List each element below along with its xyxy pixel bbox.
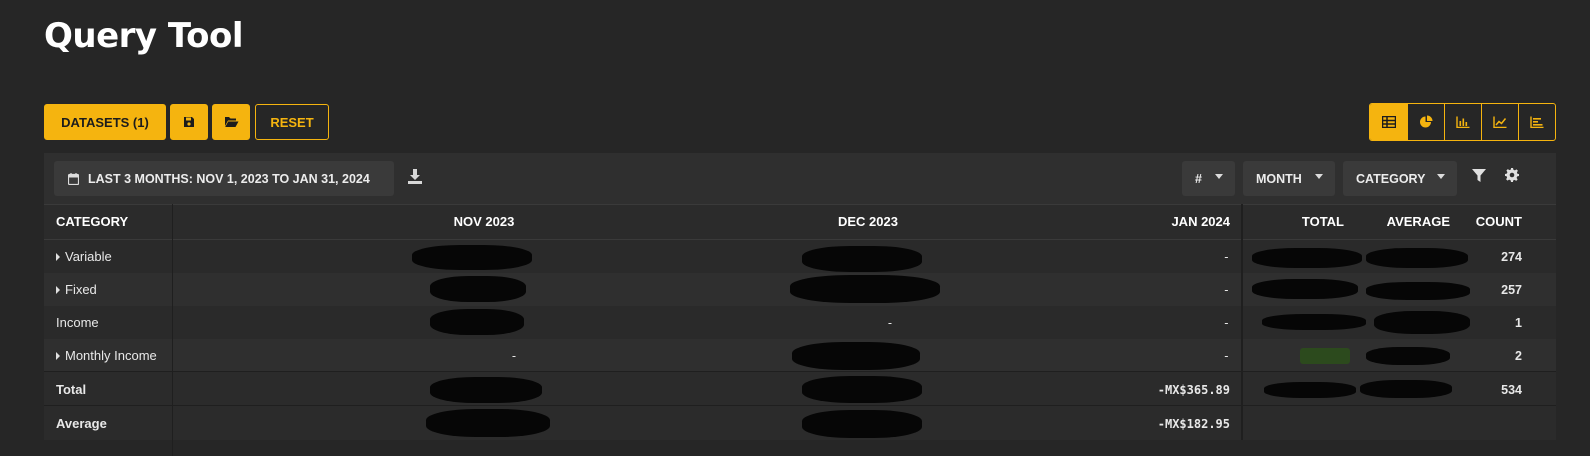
value-type-dropdown[interactable]: # — [1182, 161, 1235, 196]
chevron-down-icon — [1437, 174, 1445, 179]
chevron-down-icon — [1315, 174, 1323, 179]
query-toolbar: DATASETS (1) RESET — [44, 104, 329, 140]
redacted-value — [790, 275, 940, 303]
cell-jan-2024: - — [1222, 282, 1230, 297]
pie-chart-icon — [1420, 115, 1433, 128]
download-button[interactable] — [408, 169, 422, 189]
cell-dec-2023: - — [886, 315, 894, 330]
redacted-value — [430, 377, 542, 403]
redacted-value — [1262, 314, 1366, 330]
filter-icon — [1472, 169, 1486, 182]
table-row: Income - - 1 — [44, 306, 1556, 339]
header-dec-2023[interactable]: DEC 2023 — [826, 205, 910, 238]
table-row: Fixed - 257 — [44, 273, 1556, 306]
average-row: Average -MX$182.95 — [44, 407, 1556, 440]
header-average[interactable]: AVERAGE — [1374, 205, 1450, 238]
save-button[interactable] — [170, 104, 208, 140]
page-title: Query Tool — [44, 16, 243, 56]
bar-view-button[interactable] — [1444, 104, 1481, 140]
category-name: Monthly Income — [65, 348, 157, 363]
group-by-label: CATEGORY — [1356, 171, 1426, 186]
average-jan-2024: -MX$182.95 — [1157, 416, 1230, 431]
table-row: Monthly Income - - 2 — [44, 339, 1556, 372]
folder-open-icon — [224, 117, 238, 127]
chevron-down-icon — [1215, 174, 1223, 179]
total-jan-2024: -MX$365.89 — [1157, 382, 1230, 397]
gear-icon — [1505, 168, 1519, 182]
redacted-value — [1374, 311, 1470, 334]
filter-button[interactable] — [1472, 169, 1486, 188]
panel-header: LAST 3 MONTHS: NOV 1, 2023 TO JAN 31, 20… — [44, 153, 1556, 204]
redacted-value — [1252, 279, 1358, 299]
row-monthly-income-label[interactable]: Monthly Income — [56, 339, 172, 372]
redacted-value — [430, 276, 526, 302]
category-name: Variable — [65, 249, 112, 264]
time-grouping-dropdown[interactable]: MONTH — [1243, 161, 1335, 196]
redacted-value — [412, 245, 532, 270]
header-category[interactable]: CATEGORY — [56, 205, 172, 238]
bar-chart-icon — [1456, 116, 1470, 128]
row-fixed-label[interactable]: Fixed — [56, 273, 172, 306]
calendar-icon — [68, 172, 79, 185]
header-count[interactable]: COUNT — [1464, 205, 1522, 238]
table-view-button[interactable] — [1370, 104, 1407, 140]
redacted-value — [792, 342, 920, 370]
table-header-row: CATEGORY NOV 2023 DEC 2023 JAN 2024 TOTA… — [44, 205, 1556, 238]
row-income-label[interactable]: Income — [56, 306, 172, 339]
redacted-value — [802, 246, 922, 272]
cell-count: 274 — [1501, 249, 1522, 264]
download-icon — [408, 169, 422, 184]
total-row: Total -MX$365.89 534 — [44, 373, 1556, 406]
datasets-button[interactable]: DATASETS (1) — [44, 104, 166, 140]
row-variable-label[interactable]: Variable — [56, 240, 172, 273]
redacted-value — [1366, 282, 1470, 300]
line-chart-icon — [1493, 116, 1507, 128]
redacted-value — [802, 410, 922, 438]
cell-jan-2024: - — [1222, 348, 1230, 363]
category-name: Fixed — [65, 282, 97, 297]
cell-count: 1 — [1515, 315, 1522, 330]
line-view-button[interactable] — [1481, 104, 1518, 140]
table-row: Variable - 274 — [44, 240, 1556, 273]
cell-jan-2024: - — [1222, 315, 1230, 330]
redacted-value — [1360, 380, 1452, 398]
cell-count: 2 — [1515, 348, 1522, 363]
average-row-label: Average — [56, 416, 107, 431]
redacted-value — [802, 376, 922, 403]
category-name: Income — [56, 315, 99, 330]
date-range-label: LAST 3 MONTHS: NOV 1, 2023 TO JAN 31, 20… — [88, 171, 370, 186]
horizontal-bar-view-button[interactable] — [1518, 104, 1555, 140]
redacted-value — [1366, 347, 1450, 365]
redacted-value — [1366, 248, 1468, 268]
open-button[interactable] — [212, 104, 250, 140]
total-count: 534 — [1501, 382, 1522, 397]
horizontal-bar-chart-icon — [1530, 116, 1544, 128]
redacted-value — [430, 309, 524, 335]
settings-button[interactable] — [1505, 168, 1519, 187]
caret-right-icon — [56, 285, 60, 294]
partially-redacted-value — [1300, 348, 1350, 364]
cell-jan-2024: - — [1222, 249, 1230, 264]
cell-count: 257 — [1501, 282, 1522, 297]
group-by-dropdown[interactable]: CATEGORY — [1343, 161, 1457, 196]
results-panel: LAST 3 MONTHS: NOV 1, 2023 TO JAN 31, 20… — [44, 153, 1556, 456]
save-icon — [184, 117, 194, 127]
header-jan-2024[interactable]: JAN 2024 — [1154, 205, 1230, 238]
value-type-label: # — [1195, 171, 1202, 186]
cell-nov-2023: - — [510, 348, 518, 363]
header-nov-2023[interactable]: NOV 2023 — [444, 205, 524, 238]
date-range-picker[interactable]: LAST 3 MONTHS: NOV 1, 2023 TO JAN 31, 20… — [54, 161, 394, 196]
caret-right-icon — [56, 351, 60, 360]
reset-button[interactable]: RESET — [255, 104, 329, 140]
table-icon — [1381, 116, 1396, 128]
header-total[interactable]: TOTAL — [1284, 205, 1344, 238]
redacted-value — [1252, 248, 1362, 268]
redacted-value — [1264, 382, 1356, 398]
view-mode-group — [1369, 103, 1556, 141]
redacted-value — [426, 409, 550, 437]
time-grouping-label: MONTH — [1256, 171, 1302, 186]
caret-right-icon — [56, 252, 60, 261]
pie-view-button[interactable] — [1407, 104, 1444, 140]
total-row-label: Total — [56, 382, 87, 397]
